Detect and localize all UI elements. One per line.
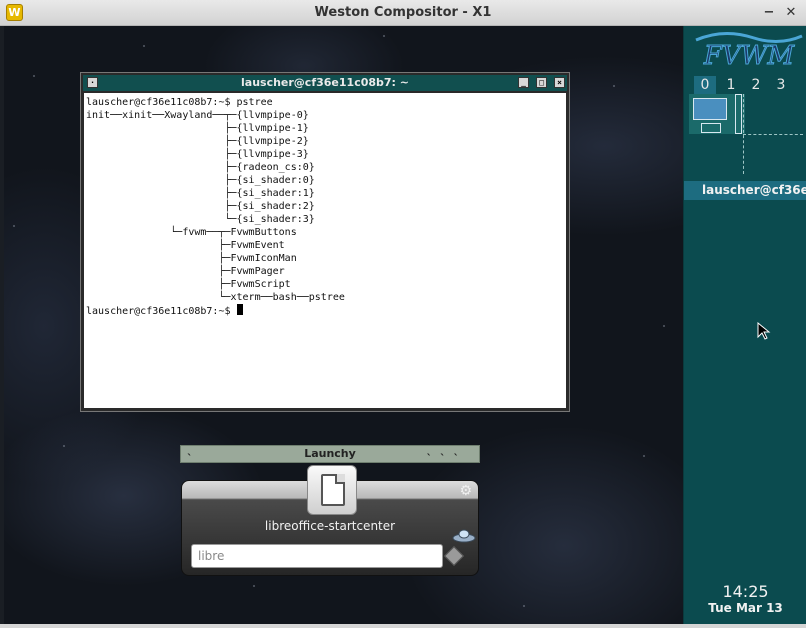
terminal-line: ├─FvwmIconMan — [86, 253, 297, 264]
launchy-search-input[interactable] — [191, 544, 443, 568]
terminal-line: ├─FvwmEvent — [86, 240, 285, 251]
clock-time: 14:25 — [722, 582, 769, 601]
document-icon — [321, 474, 345, 506]
desktop-background[interactable]: · lauscher@cf36e11c08b7: ~ _ □ × lausche… — [4, 26, 683, 624]
pager-window-terminal[interactable] — [693, 98, 727, 120]
terminal-content[interactable]: lauscher@cf36e11c08b7:~$ pstree init──xi… — [84, 93, 566, 408]
mouse-pointer-icon — [757, 322, 771, 340]
terminal-line: └─fvwm──┬─FvwmButtons — [86, 227, 297, 238]
close-button[interactable]: ✕ — [783, 5, 799, 21]
terminal-window[interactable]: · lauscher@cf36e11c08b7: ~ _ □ × lausche… — [80, 72, 570, 412]
window-bottom-border — [0, 624, 806, 628]
terminal-line: ├─{llvmpipe-3} — [86, 149, 309, 160]
terminal-prompt: lauscher@cf36e11c08b7:~$ — [86, 306, 237, 317]
fvwm-pager[interactable] — [687, 94, 805, 180]
pager-window-launchy[interactable] — [701, 123, 721, 133]
terminal-line: ├─{radeon_cs:0} — [86, 162, 315, 173]
terminal-line: init──xinit──Xwayland──┬─{llvmpipe-0} — [86, 110, 309, 121]
desk-button-1[interactable]: 1 — [720, 76, 742, 94]
window-buttons[interactable]: ˎˎˎ — [427, 443, 468, 456]
fvwm-logo: FVWM — [695, 32, 803, 72]
clock-date: Tue Mar 13 — [708, 601, 783, 615]
terminal-line: ├─FvwmPager — [86, 266, 285, 277]
maximize-button[interactable]: □ — [536, 77, 547, 88]
terminal-line: └─xterm──bash──pstree — [86, 292, 345, 303]
terminal-line: ├─FvwmScript — [86, 279, 291, 290]
terminal-line: └─{si_shader:3} — [86, 214, 315, 225]
fvwm-logo-text: FVWM — [703, 41, 796, 71]
outer-window-title: Weston Compositor - X1 — [314, 5, 492, 20]
launchy-window[interactable]: ⚙ libreoffice-startcenter — [181, 465, 479, 576]
terminal-line: lauscher@cf36e11c08b7:~$ pstree — [86, 97, 273, 108]
ufo-icon — [452, 529, 476, 543]
pager-window-panel[interactable] — [735, 94, 742, 134]
launchy-result-name: libreoffice-startcenter — [264, 519, 396, 533]
terminal-title: lauscher@cf36e11c08b7: ~ — [241, 76, 409, 89]
close-button[interactable]: × — [554, 77, 565, 88]
minimize-button[interactable]: _ — [518, 77, 529, 88]
libreoffice-document-icon[interactable] — [307, 465, 357, 515]
fvwm-buttons-panel[interactable]: FVWM 0 1 2 3 lauscher@cf36e11c08b7: ~ 14… — [683, 26, 806, 624]
desk-selector: 0 1 2 3 — [694, 76, 804, 94]
text-cursor — [236, 304, 243, 315]
launchy-titlebar[interactable]: ˎ Launchy ˎˎˎ — [180, 443, 480, 463]
iconman-item-terminal[interactable]: lauscher@cf36e11c08b7: ~ — [684, 181, 806, 200]
minimize-button[interactable]: − — [761, 5, 777, 21]
package-icon — [444, 546, 464, 566]
terminal-titlebar[interactable]: · lauscher@cf36e11c08b7: ~ _ □ × — [83, 75, 567, 91]
terminal-line: ├─{llvmpipe-1} — [86, 123, 309, 134]
outer-window-titlebar[interactable]: W Weston Compositor - X1 − ✕ — [0, 0, 806, 26]
terminal-output: lauscher@cf36e11c08b7:~$ pstree init──xi… — [84, 93, 566, 318]
gear-icon[interactable]: ⚙ — [459, 483, 472, 499]
desk-button-3[interactable]: 3 — [770, 76, 792, 94]
pager-page-divider — [743, 134, 803, 135]
desk-button-2[interactable]: 2 — [745, 76, 767, 94]
desk-button-0[interactable]: 0 — [694, 76, 716, 94]
terminal-line: ├─{si_shader:2} — [86, 201, 315, 212]
terminal-line: ├─{llvmpipe-2} — [86, 136, 309, 147]
terminal-line: ├─{si_shader:1} — [86, 188, 315, 199]
terminal-line: ├─{si_shader:0} — [86, 175, 315, 186]
